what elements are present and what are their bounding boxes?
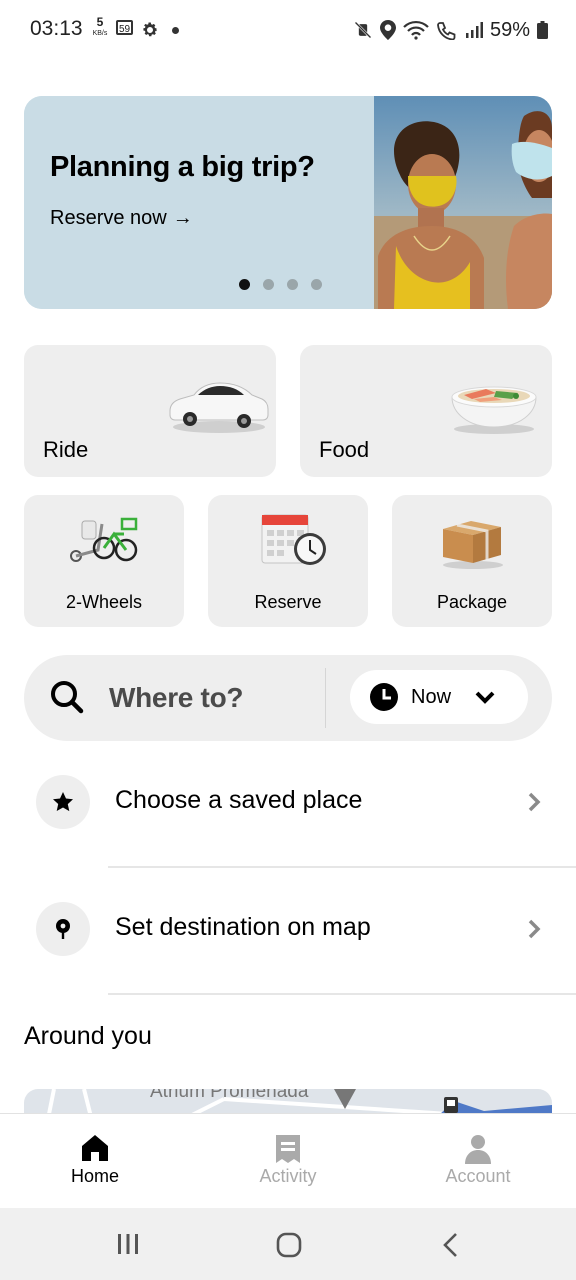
nav-activity[interactable]: Activity [223,1114,353,1209]
star-icon [53,792,73,812]
pin-icon-badge [36,902,90,956]
carousel-dot[interactable] [239,279,250,290]
scooter-bike-icon [70,517,138,562]
nav-activity-label: Activity [259,1166,317,1186]
nav-account-label: Account [445,1166,511,1186]
status-icons: 59% [353,16,548,44]
ride-label: Ride [43,437,89,462]
carousel-dot[interactable] [311,279,322,290]
map-place-label: Atrium Promenada [150,1089,309,1102]
search-divider [325,668,326,728]
arrow-right-icon: → [172,207,193,229]
reserve-now-label: Reserve now [50,207,167,229]
network-speed-unit: KB/s [92,30,108,37]
around-you-heading: Around you [24,1022,152,1050]
settings-gear-icon [143,22,158,37]
carousel-dot[interactable] [287,279,298,290]
notification-dot [172,27,179,34]
reserve-label: Reserve [254,592,322,612]
notification-badge: 59 [116,20,133,35]
network-speed-value: 5 [96,15,104,29]
calendar-clock-icon [261,514,326,565]
home-icon [82,1135,108,1161]
nav-home-label: Home [70,1166,119,1186]
nav-home[interactable]: Home [30,1114,160,1209]
recent-apps-icon[interactable] [116,1232,140,1256]
promo-panel: Planning a big trip? Reserve now → [24,96,374,309]
location-icon [379,20,396,40]
where-to-input[interactable]: Where to? [109,682,243,714]
where-to-search-bar[interactable]: Where to? Now [24,655,552,741]
set-on-map-label: Set destination on map [115,913,371,941]
back-icon[interactable] [442,1232,460,1258]
network-speed: 5 KB/s [89,15,111,38]
chevron-right-icon [528,919,541,939]
car-icon [169,382,269,433]
clock: 03:13 [30,17,83,40]
saved-place-row[interactable]: Choose a saved place [0,740,576,867]
two-wheels-tile[interactable]: 2-Wheels [24,495,184,627]
chevron-right-icon [528,792,541,812]
reserve-now-link[interactable]: Reserve now → [50,207,193,230]
food-label: Food [319,437,370,462]
home-button-icon[interactable] [276,1232,302,1258]
package-box-icon [443,521,503,569]
package-tile[interactable]: Package [392,495,552,627]
set-on-map-row[interactable]: Set destination on map [0,868,576,995]
ride-tile[interactable]: Ride [24,345,276,477]
bottom-navigation: Home Activity Account [0,1113,576,1209]
receipt-icon [276,1135,300,1163]
nav-account[interactable]: Account [413,1114,543,1209]
person-icon [465,1135,491,1164]
system-navigation-bar [0,1208,576,1280]
wifi-calling-icon [437,22,456,40]
food-bowl-icon [451,386,537,434]
chevron-down-icon [475,691,495,704]
saved-place-label: Choose a saved place [115,786,363,814]
carousel-indicator[interactable] [239,279,322,290]
promo-banner[interactable]: Planning a big trip? Reserve now → [24,96,552,309]
time-selector-button[interactable]: Now [350,670,528,724]
row-divider [108,993,576,995]
battery-icon [537,21,548,39]
search-icon [51,681,84,714]
signal-icon [465,22,483,38]
promo-title: Planning a big trip? [50,151,315,183]
status-bar: 03:13 5 KB/s 59 59% [0,0,576,60]
carousel-dot[interactable] [263,279,274,290]
star-icon-badge [36,775,90,829]
time-selector-label: Now [411,686,452,708]
map-pin-icon [56,919,70,939]
clock-icon [370,683,398,711]
food-tile[interactable]: Food [300,345,552,477]
two-wheels-label: 2-Wheels [65,592,143,612]
wifi-icon [403,20,429,40]
reserve-tile[interactable]: Reserve [208,495,368,627]
vibrate-mute-icon [354,21,372,39]
package-label: Package [436,592,508,612]
promo-photo [374,96,552,309]
battery-percent: 59% [489,18,530,41]
